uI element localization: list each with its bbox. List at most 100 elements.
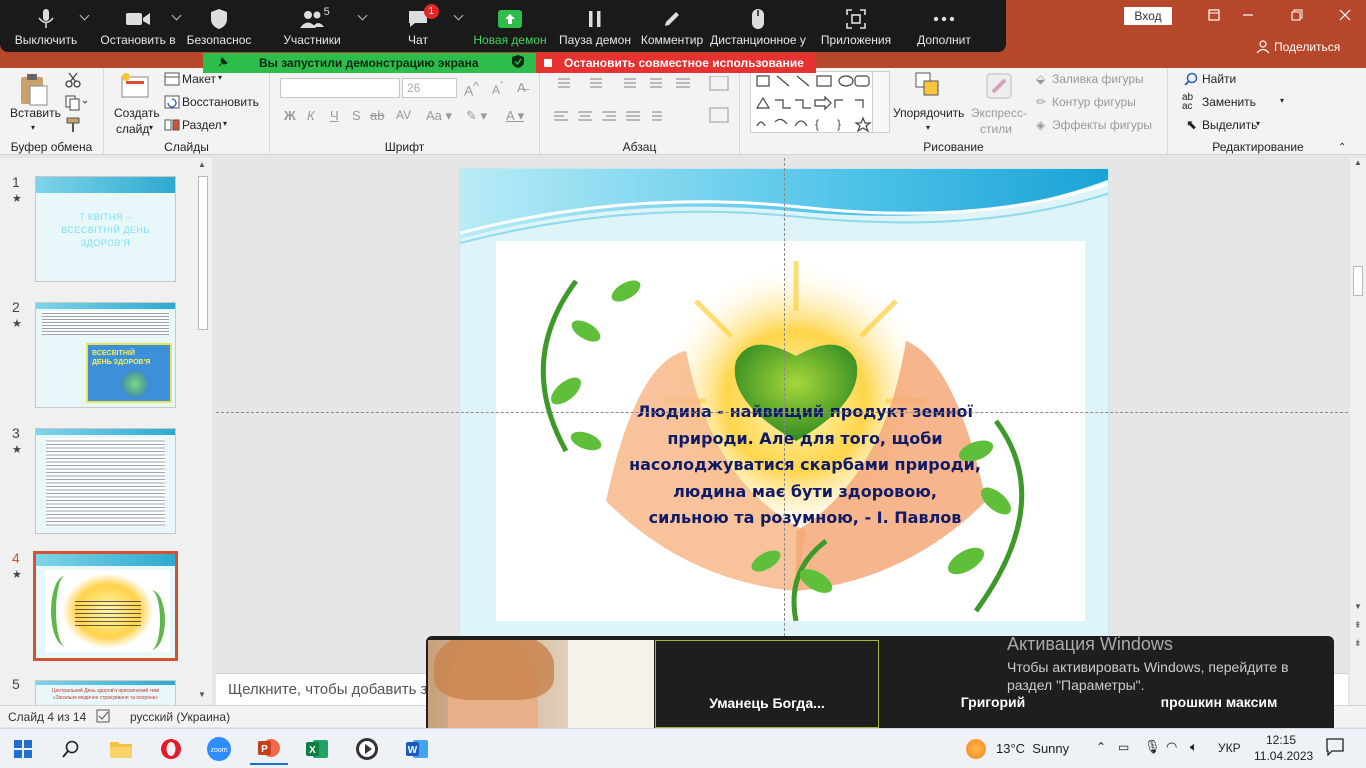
highlight-icon[interactable]: ✎ ▾ bbox=[466, 108, 487, 124]
chevron-down-icon[interactable] bbox=[453, 10, 464, 21]
self-video-tile[interactable] bbox=[428, 640, 654, 728]
section-icon[interactable] bbox=[164, 118, 180, 135]
chevron-up-icon[interactable]: ⌃ bbox=[1096, 740, 1106, 754]
layout-icon[interactable] bbox=[164, 72, 180, 89]
new-slide-label-2[interactable]: слайд bbox=[116, 122, 149, 136]
font-size-combobox[interactable]: 26 bbox=[402, 78, 457, 98]
italic-button[interactable]: К bbox=[307, 108, 315, 123]
find-button[interactable]: Найти bbox=[1202, 72, 1236, 86]
layout-button[interactable]: Макет bbox=[182, 72, 216, 86]
file-explorer-icon[interactable] bbox=[102, 733, 140, 765]
slide-thumbnail-1[interactable]: 7 КВІТНЯ – ВСЕСВІТНІЙ ДЕНЬ ЗДОРОВ'Я bbox=[35, 176, 176, 282]
volume-icon[interactable]: 🔈︎ bbox=[1190, 739, 1198, 755]
chevron-down-icon[interactable] bbox=[79, 10, 90, 21]
close-icon[interactable] bbox=[1331, 4, 1359, 26]
select-button[interactable]: Выделить bbox=[1202, 118, 1257, 132]
shrink-font-icon[interactable]: Aˇ bbox=[492, 81, 503, 97]
keyboard-language[interactable]: УКР bbox=[1218, 741, 1241, 755]
copy-icon[interactable] bbox=[65, 95, 89, 114]
ribbon-display-icon[interactable] bbox=[1200, 4, 1228, 26]
opera-icon[interactable] bbox=[152, 733, 190, 765]
quote-textbox[interactable]: Людина - найвищий продукт земної природи… bbox=[610, 399, 1000, 532]
pause-share-button[interactable]: Пауза демон bbox=[554, 0, 636, 52]
pin-icon[interactable] bbox=[217, 56, 229, 71]
annotate-button[interactable]: Комментир bbox=[636, 0, 708, 52]
replace-button[interactable]: Заменить bbox=[1202, 95, 1256, 109]
canvas-scrollbar[interactable]: ▲ ▼ ⇞ ⇟ bbox=[1350, 158, 1366, 718]
video-tile-1[interactable]: Уманець Богда... bbox=[655, 640, 879, 728]
shape-outline-icon[interactable]: ✏ bbox=[1036, 95, 1046, 109]
shape-effects-button[interactable]: Эффекты фигуры bbox=[1052, 118, 1152, 132]
mute-button[interactable]: Выключить bbox=[0, 0, 92, 52]
battery-icon[interactable]: ▭ bbox=[1118, 740, 1129, 754]
language-indicator[interactable]: русский (Украина) bbox=[130, 710, 230, 724]
clear-format-icon[interactable]: A̶ bbox=[517, 80, 526, 95]
new-slide-icon[interactable] bbox=[120, 71, 152, 104]
spellcheck-icon[interactable] bbox=[96, 709, 112, 726]
gallery-scroll[interactable] bbox=[872, 71, 890, 133]
slide-thumbnail-3[interactable] bbox=[35, 428, 176, 534]
sign-in-button[interactable]: Вход bbox=[1124, 7, 1172, 25]
quick-styles-icon[interactable] bbox=[985, 72, 1015, 105]
grow-font-icon[interactable]: A^ bbox=[464, 80, 479, 99]
share-button[interactable]: Поделиться bbox=[1256, 40, 1340, 54]
slide-thumbnail-4[interactable] bbox=[33, 551, 178, 661]
apps-button[interactable]: Приложения bbox=[808, 0, 904, 52]
arrange-icon[interactable] bbox=[915, 72, 943, 105]
collapse-ribbon-icon[interactable]: ⌃ bbox=[1338, 142, 1346, 153]
bold-button[interactable]: Ж bbox=[284, 108, 296, 123]
security-button[interactable]: Безопаснос bbox=[184, 0, 254, 52]
slide-thumbnail-2[interactable]: ВСЕСВІТНІЙ ДЕНЬ ЗДОРОВ'Я bbox=[35, 302, 176, 408]
notification-icon[interactable] bbox=[1326, 738, 1344, 759]
thumbnail-scrollbar[interactable]: ▲ ▼ bbox=[196, 158, 210, 705]
paste-button[interactable]: Вставить bbox=[10, 106, 61, 120]
wifi-icon[interactable]: ◠ bbox=[1166, 739, 1177, 755]
quick-styles-label-2[interactable]: стили bbox=[980, 122, 1012, 136]
new-slide-label-1[interactable]: Создать bbox=[114, 106, 160, 120]
weather-sun-icon[interactable] bbox=[966, 739, 986, 759]
search-icon[interactable] bbox=[1184, 72, 1198, 89]
section-button[interactable]: Раздел bbox=[182, 118, 222, 132]
vertical-guide[interactable] bbox=[784, 158, 785, 636]
quick-styles-label-1[interactable]: Экспресс- bbox=[971, 106, 1027, 120]
underline-button[interactable]: Ч bbox=[330, 108, 339, 123]
windows-start-icon[interactable] bbox=[4, 733, 42, 765]
weather-text[interactable]: 13°C Sunny bbox=[996, 741, 1069, 756]
word-app-icon[interactable]: W bbox=[398, 733, 436, 765]
paste-icon[interactable] bbox=[18, 72, 50, 109]
shape-fill-button[interactable]: Заливка фигуры bbox=[1052, 72, 1144, 86]
arrange-button[interactable]: Упорядочить bbox=[893, 106, 964, 120]
select-cursor-icon[interactable]: ⬉ bbox=[1186, 117, 1197, 133]
font-name-combobox[interactable] bbox=[280, 78, 400, 98]
reset-icon[interactable] bbox=[164, 95, 180, 112]
replace-icon[interactable]: ab ac bbox=[1182, 93, 1193, 112]
remote-control-button[interactable]: Дистанционное у bbox=[708, 0, 808, 52]
chevron-down-icon[interactable] bbox=[171, 10, 182, 21]
restore-icon[interactable] bbox=[1283, 4, 1311, 26]
powerpoint-app-icon[interactable]: P bbox=[250, 733, 288, 765]
slide-thumbnails-pane[interactable]: 1 ★ 7 КВІТНЯ – ВСЕСВІТНІЙ ДЕНЬ ЗДОРОВ'Я … bbox=[0, 158, 212, 706]
shapes-gallery[interactable]: {} bbox=[750, 71, 890, 133]
strikethrough-icon[interactable]: ab bbox=[370, 108, 384, 123]
new-share-button[interactable]: Новая демон bbox=[466, 0, 554, 52]
cut-icon[interactable] bbox=[65, 72, 81, 91]
stop-video-button[interactable]: Остановить в bbox=[92, 0, 184, 52]
change-case-icon[interactable]: Aa ▾ bbox=[426, 108, 452, 124]
next-slide-icon[interactable]: ⇟ bbox=[1354, 638, 1362, 649]
slide-thumbnail-5[interactable]: Центральний День здоров'я присвячений те… bbox=[35, 680, 176, 706]
scroll-thumb[interactable] bbox=[1353, 266, 1363, 296]
chat-button[interactable]: 1 Чат bbox=[370, 0, 466, 52]
search-icon[interactable] bbox=[52, 733, 90, 765]
char-spacing-icon[interactable]: AV bbox=[396, 108, 411, 122]
shape-outline-button[interactable]: Контур фигуры bbox=[1052, 95, 1136, 109]
clock-time[interactable]: 12:15 bbox=[1266, 733, 1296, 747]
participants-button[interactable]: 5 Участники bbox=[254, 0, 370, 52]
microphone-tray-icon[interactable]: 🎙︎ bbox=[1144, 739, 1161, 755]
shape-fill-icon[interactable]: ⬙ bbox=[1036, 72, 1045, 86]
excel-app-icon[interactable]: X bbox=[298, 733, 336, 765]
more-button[interactable]: Дополнит bbox=[904, 0, 984, 52]
chevron-down-icon[interactable] bbox=[357, 10, 368, 21]
horizontal-guide[interactable] bbox=[216, 412, 1348, 413]
font-color-icon[interactable]: A ▾ bbox=[506, 108, 524, 124]
paragraph-tools-icon[interactable] bbox=[550, 76, 735, 136]
